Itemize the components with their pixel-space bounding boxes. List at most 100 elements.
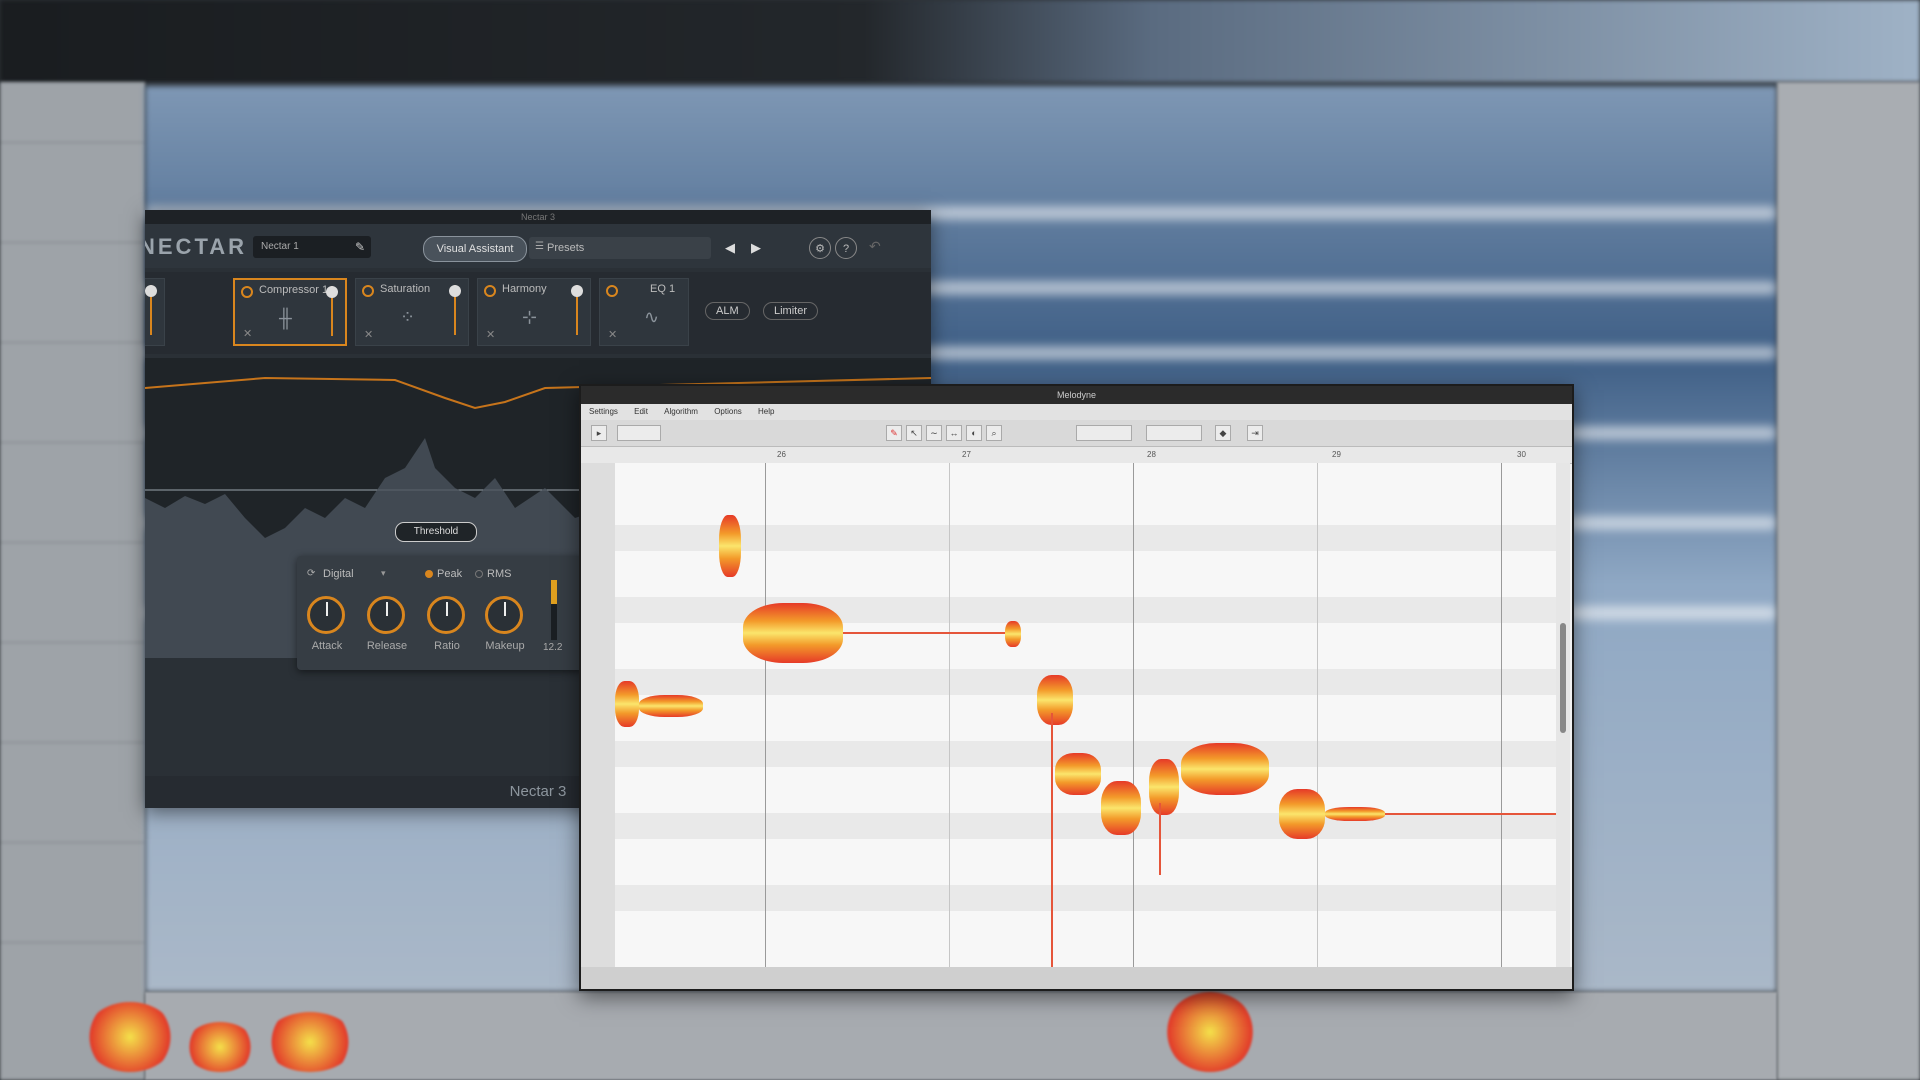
alm-button[interactable]: ALM bbox=[705, 302, 750, 320]
remove-icon[interactable]: ✕ bbox=[243, 327, 252, 340]
power-icon[interactable] bbox=[606, 285, 618, 297]
power-icon[interactable] bbox=[484, 285, 496, 297]
note-blob[interactable] bbox=[1005, 621, 1021, 647]
ruler-mark: 27 bbox=[962, 450, 971, 459]
threshold-handle[interactable]: Threshold bbox=[395, 522, 477, 542]
nectar-titlebar: Nectar 3 bbox=[145, 210, 931, 224]
time-tool-icon[interactable]: ↔ bbox=[946, 425, 962, 441]
module-fader[interactable] bbox=[326, 286, 338, 336]
menu-settings[interactable]: Settings bbox=[589, 407, 618, 416]
zoom-select[interactable] bbox=[617, 425, 661, 441]
melodyne-menubar: Settings Edit Algorithm Options Help bbox=[581, 404, 1572, 420]
undo-icon[interactable]: ↶ bbox=[869, 238, 881, 255]
remove-icon[interactable]: ✕ bbox=[608, 328, 617, 341]
previous-preset-button[interactable]: ◀ bbox=[719, 237, 741, 259]
rms-label: RMS bbox=[487, 568, 512, 580]
saturation-icon: ⁘ bbox=[400, 307, 416, 327]
module-eq-1[interactable]: EQ 1 ∿ ✕ bbox=[599, 278, 689, 346]
menu-options[interactable]: Options bbox=[714, 407, 742, 416]
help-icon[interactable]: ? bbox=[835, 237, 857, 259]
preset-name-field[interactable]: Nectar 1 bbox=[253, 236, 371, 258]
next-preset-button[interactable]: ▶ bbox=[745, 237, 767, 259]
module-compressor-1[interactable]: Compressor 1 ╫ ✕ bbox=[233, 278, 347, 346]
note-blob[interactable] bbox=[1181, 743, 1269, 795]
limiter-button[interactable]: Limiter bbox=[763, 302, 819, 320]
ruler-mark: 28 bbox=[1147, 450, 1156, 459]
pitch-drift-tool-icon[interactable]: ∼ bbox=[926, 425, 942, 441]
ratio-knob[interactable] bbox=[427, 596, 465, 634]
power-icon[interactable] bbox=[362, 285, 374, 297]
pitch-field[interactable] bbox=[1076, 425, 1132, 441]
chevron-down-icon[interactable]: ▾ bbox=[381, 568, 386, 579]
release-knob[interactable] bbox=[367, 596, 405, 634]
edit-pencil-icon[interactable]: ✎ bbox=[355, 240, 365, 254]
daw-top-bar bbox=[0, 0, 1920, 82]
pitch-line bbox=[843, 632, 1009, 634]
note-blob[interactable] bbox=[639, 695, 703, 717]
note-blob[interactable] bbox=[1149, 759, 1179, 815]
note-blob[interactable] bbox=[743, 603, 843, 663]
note-blob[interactable] bbox=[1037, 675, 1073, 725]
daw-right-panel bbox=[1777, 82, 1920, 1080]
melodyne-window: Melodyne Settings Edit Algorithm Options… bbox=[579, 384, 1574, 991]
menu-edit[interactable]: Edit bbox=[634, 407, 648, 416]
zoom-tool-icon[interactable]: ⌕ bbox=[986, 425, 1002, 441]
module-label: Compressor 1 bbox=[259, 284, 329, 296]
note-blob[interactable] bbox=[1325, 807, 1385, 821]
mode-select[interactable]: Digital bbox=[323, 568, 354, 580]
makeup-knob[interactable] bbox=[485, 596, 523, 634]
main-tool-icon[interactable]: ↖ bbox=[906, 425, 922, 441]
module-harmony[interactable]: Harmony ⊹ ✕ bbox=[477, 278, 591, 346]
remove-icon[interactable]: ✕ bbox=[364, 328, 373, 341]
note-blob[interactable] bbox=[1279, 789, 1325, 839]
time-field[interactable] bbox=[1146, 425, 1202, 441]
module-fader[interactable] bbox=[145, 285, 157, 335]
visual-assistant-button[interactable]: Visual Assistant bbox=[423, 236, 527, 262]
power-icon[interactable] bbox=[241, 286, 253, 298]
note-blob[interactable] bbox=[1055, 753, 1101, 795]
meter-value: 12.2 bbox=[543, 642, 563, 653]
scrollbar-thumb[interactable] bbox=[1560, 623, 1566, 733]
pitch-line bbox=[1385, 813, 1556, 815]
harmony-icon: ⊹ bbox=[522, 307, 538, 327]
pitch-stem bbox=[1051, 713, 1053, 967]
rms-radio-icon[interactable] bbox=[475, 570, 483, 578]
menu-algorithm[interactable]: Algorithm bbox=[664, 407, 698, 416]
remove-icon[interactable]: ✕ bbox=[486, 328, 495, 341]
gain-meter bbox=[551, 580, 557, 640]
note-blob[interactable] bbox=[615, 681, 639, 727]
vertical-scrollbar[interactable] bbox=[1556, 463, 1570, 967]
note-editor-grid[interactable] bbox=[615, 463, 1556, 967]
menu-help[interactable]: Help bbox=[758, 407, 774, 416]
module-chain: Compressor 1 ╫ ✕ Saturation ⁘ ✕ Harmony … bbox=[145, 272, 931, 354]
pitch-ruler[interactable] bbox=[581, 463, 616, 967]
presets-list-icon: ☰ bbox=[535, 241, 544, 252]
transport-icon[interactable]: ▸ bbox=[591, 425, 607, 441]
module-label: EQ 1 bbox=[650, 283, 676, 295]
module-saturation[interactable]: Saturation ⁘ ✕ bbox=[355, 278, 469, 346]
module-partial[interactable] bbox=[145, 278, 165, 346]
peak-radio-icon[interactable] bbox=[425, 570, 433, 578]
macro-time-icon[interactable]: ⇥ bbox=[1247, 425, 1263, 441]
attack-knob[interactable] bbox=[307, 596, 345, 634]
knob-label: Attack bbox=[311, 640, 343, 652]
timeline-ruler[interactable]: 26 27 28 29 30 bbox=[581, 447, 1572, 464]
module-label: Saturation bbox=[380, 283, 431, 295]
pitch-tool-icon[interactable]: ✎ bbox=[886, 425, 902, 441]
ruler-mark: 26 bbox=[777, 450, 786, 459]
mode-icon: ⟳ bbox=[307, 568, 316, 579]
macro-pitch-icon[interactable]: ◆ bbox=[1215, 425, 1231, 441]
module-fader[interactable] bbox=[571, 285, 583, 335]
presets-dropdown[interactable]: Presets bbox=[529, 237, 711, 259]
amplitude-tool-icon[interactable]: ◐ bbox=[966, 425, 982, 441]
compressor-controls: ⟳ Digital ▾ Peak RMS Attack Release Rati… bbox=[297, 556, 583, 670]
settings-gear-icon[interactable]: ⚙ bbox=[809, 237, 831, 259]
module-fader[interactable] bbox=[449, 285, 461, 335]
waveform-icon: ╫ bbox=[279, 308, 292, 328]
note-blob[interactable] bbox=[1101, 781, 1141, 835]
pitch-stem bbox=[1159, 803, 1161, 875]
note-blob[interactable] bbox=[719, 515, 741, 577]
melodyne-titlebar: Melodyne bbox=[581, 386, 1572, 404]
knob-label: Release bbox=[366, 640, 408, 652]
daw-track-headers bbox=[0, 82, 145, 1080]
